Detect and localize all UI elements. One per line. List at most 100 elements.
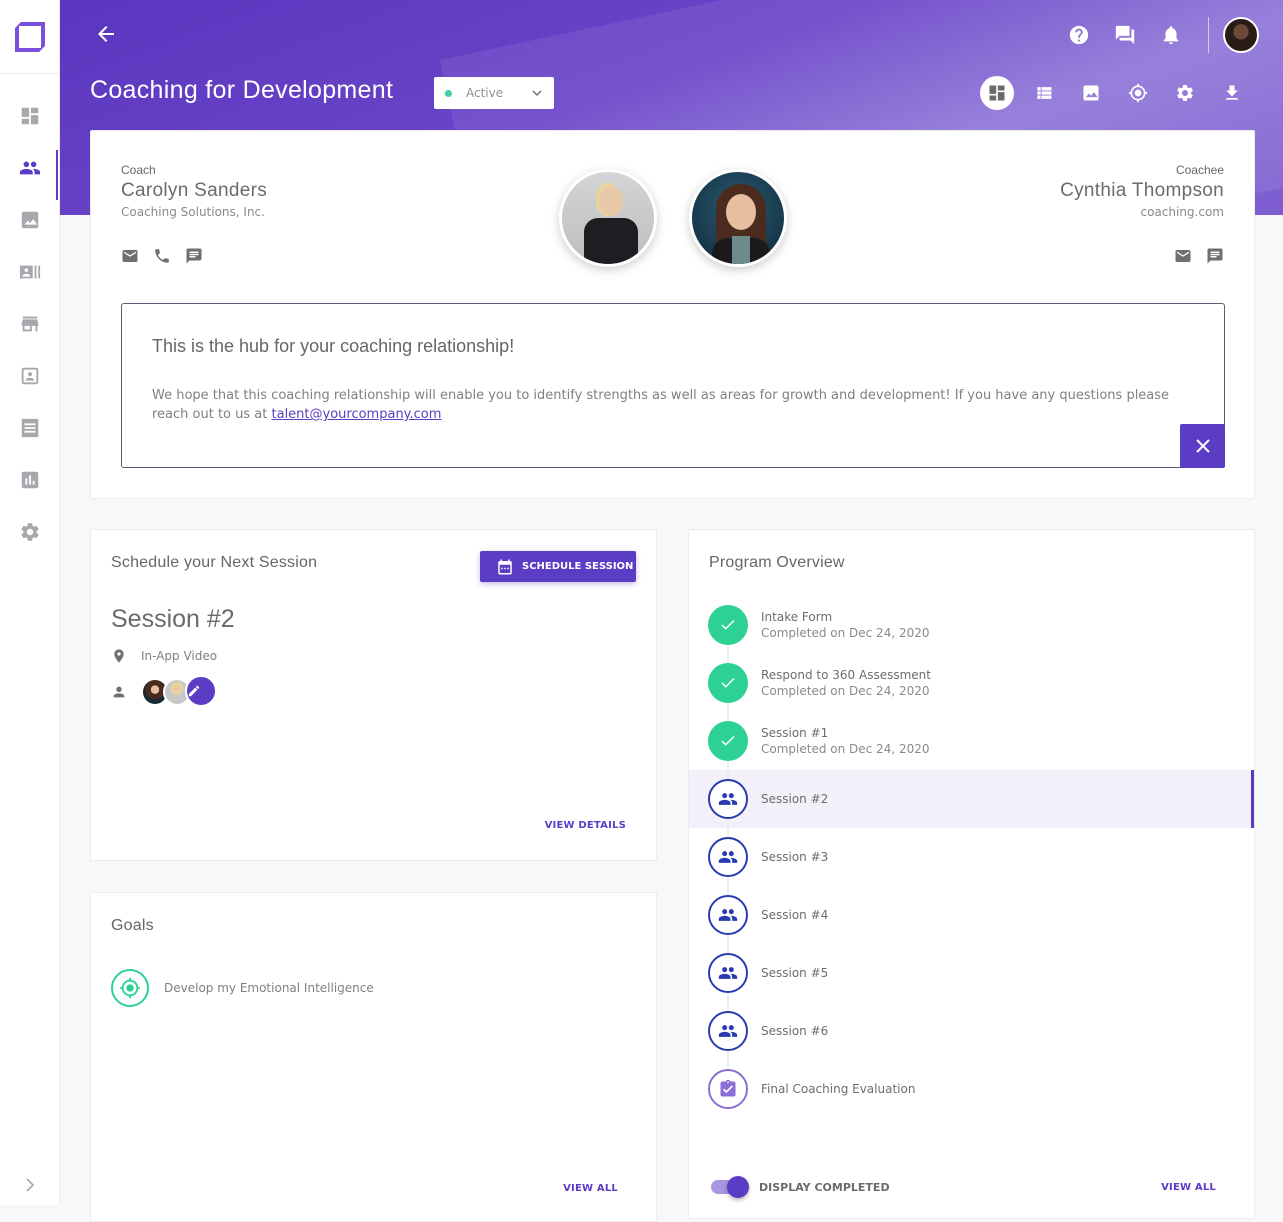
user-avatar[interactable] [1223, 17, 1259, 53]
step-text: Respond to 360 Assessment Completed on De… [761, 668, 931, 698]
coachee-photo [689, 169, 787, 267]
dismiss-button[interactable] [1180, 424, 1225, 468]
program-title: Program Overview [709, 554, 845, 571]
sidebar-item-reports[interactable] [0, 408, 60, 448]
step-status-icon [708, 605, 748, 645]
goals-view-all-link[interactable]: VIEW ALL [563, 1183, 618, 1194]
program-step[interactable]: Session #5 [689, 944, 1254, 1002]
step-status-icon [708, 663, 748, 703]
step-label: Session #3 [761, 850, 829, 864]
sidebar-item-marketplace[interactable] [0, 304, 60, 344]
people-icon [718, 909, 738, 921]
coach-photo [559, 169, 657, 267]
step-text: Session #2 [761, 792, 828, 806]
goals-view-button[interactable] [1114, 74, 1161, 112]
location-pin-icon [114, 649, 124, 663]
coachee-name: Cynthia Thompson [1060, 180, 1224, 201]
pencil-icon [188, 685, 200, 697]
image-view-icon [1083, 85, 1098, 101]
message-icon[interactable] [1206, 247, 1224, 265]
notifications-button[interactable] [1148, 14, 1194, 56]
schedule-title: Schedule your Next Session [111, 554, 318, 571]
toggle-track[interactable] [711, 1176, 749, 1198]
page-title: Coaching for Development [90, 76, 394, 104]
status-dot [445, 89, 452, 97]
program-step[interactable]: Session #4 [689, 886, 1254, 944]
check-icon [721, 619, 735, 630]
step-text: Final Coaching Evaluation [761, 1082, 915, 1096]
messages-button[interactable] [1102, 14, 1148, 56]
sidebar-item-coaching[interactable] [0, 148, 60, 200]
step-status-icon [708, 837, 748, 877]
coachee-org: coaching.com [1140, 205, 1225, 219]
coachee-label: Coachee [1175, 163, 1224, 177]
program-step[interactable]: Intake Form Completed on Dec 24, 2020 [689, 596, 1254, 654]
download-button[interactable] [1208, 74, 1255, 112]
coach-name: Carolyn Sanders [121, 180, 268, 201]
media-view-button[interactable] [1067, 74, 1114, 112]
status-dropdown[interactable]: Active [434, 77, 554, 109]
expand-sidebar-button[interactable] [20, 1175, 40, 1195]
sidebar-item-analytics[interactable] [0, 460, 60, 500]
download-icon [1225, 85, 1238, 100]
store-icon [21, 316, 39, 332]
sidebar-item-media[interactable] [0, 200, 60, 240]
sidebar-item-dashboard[interactable] [0, 96, 60, 136]
toggle-knob[interactable] [727, 1176, 749, 1198]
step-status-icon [708, 895, 748, 935]
step-label: Session #1 [761, 726, 829, 740]
divider [1208, 17, 1209, 53]
back-button[interactable] [94, 22, 120, 48]
step-label: Intake Form [761, 610, 833, 624]
bar-chart-icon [21, 471, 39, 489]
program-step[interactable]: Session #1 Completed on Dec 24, 2020 [689, 712, 1254, 770]
sidebar-item-directory[interactable] [0, 252, 60, 292]
contact-email-link[interactable]: talent@yourcompany.com [272, 407, 442, 422]
program-overview-card: Program Overview Intake Form Completed on… [688, 529, 1255, 1219]
step-status-icon [708, 1011, 748, 1051]
dashboard-view-button[interactable] [973, 74, 1020, 112]
welcome-body: We hope that this coaching relationship … [152, 386, 1172, 424]
sidebar-item-settings[interactable] [0, 512, 60, 552]
chevron-right-icon [26, 1178, 35, 1192]
display-completed-toggle[interactable]: DISPLAY COMPLETED [711, 1176, 890, 1198]
people-icon [718, 793, 738, 805]
step-status: Completed on Dec 24, 2020 [761, 626, 930, 640]
sidebar-item-profiles[interactable] [0, 356, 60, 396]
step-label: Final Coaching Evaluation [761, 1082, 916, 1096]
step-label: Session #2 [761, 792, 829, 806]
chevron-down-icon [532, 90, 542, 97]
schedule-session-button[interactable]: SCHEDULE SESSION [480, 551, 636, 582]
people-icon [19, 161, 41, 175]
people-icon [718, 967, 738, 979]
settings-button[interactable] [1161, 74, 1208, 112]
step-status-icon [708, 779, 748, 819]
schedule-session-label: SCHEDULE SESSION [522, 561, 634, 572]
coachee-info: Coachee Cynthia Thompson coaching.com [1060, 163, 1224, 265]
coach-org: Coaching Solutions, Inc. [121, 205, 265, 219]
step-label: Session #4 [761, 908, 829, 922]
phone-icon[interactable] [153, 247, 171, 265]
app-logo[interactable] [0, 0, 59, 74]
program-view-all-link[interactable]: VIEW ALL [1161, 1182, 1216, 1193]
help-button[interactable] [1056, 14, 1102, 56]
goal-item[interactable]: Develop my Emotional Intelligence [111, 969, 374, 1007]
program-step[interactable]: Session #2 [689, 770, 1254, 828]
edit-participants-button[interactable] [185, 675, 217, 707]
target-icon [119, 977, 141, 999]
view-details-link[interactable]: VIEW DETAILS [545, 820, 626, 831]
program-step[interactable]: Session #6 [689, 1002, 1254, 1060]
email-icon[interactable] [121, 247, 139, 265]
step-status-icon [708, 721, 748, 761]
list-view-icon [1036, 87, 1051, 99]
step-label: Session #6 [761, 1024, 829, 1038]
message-icon[interactable] [185, 247, 203, 265]
list-view-button[interactable] [1020, 74, 1067, 112]
program-step[interactable]: Final Coaching Evaluation [689, 1060, 1254, 1118]
program-step[interactable]: Respond to 360 Assessment Completed on De… [689, 654, 1254, 712]
gear-icon [21, 523, 39, 541]
email-icon[interactable] [1174, 247, 1192, 265]
program-step[interactable]: Session #3 [689, 828, 1254, 886]
sidebar [0, 0, 60, 1205]
dashboard-view-icon [989, 85, 1004, 101]
